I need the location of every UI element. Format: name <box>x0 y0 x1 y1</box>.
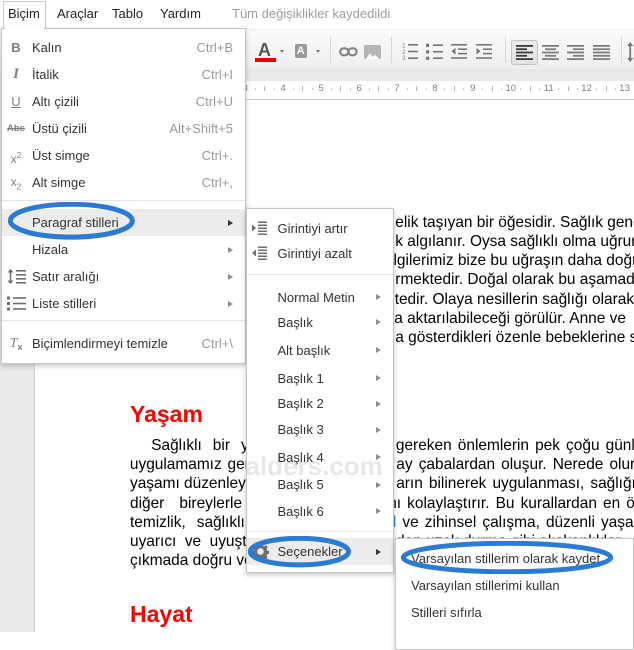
svg-text:3: 3 <box>402 55 406 60</box>
